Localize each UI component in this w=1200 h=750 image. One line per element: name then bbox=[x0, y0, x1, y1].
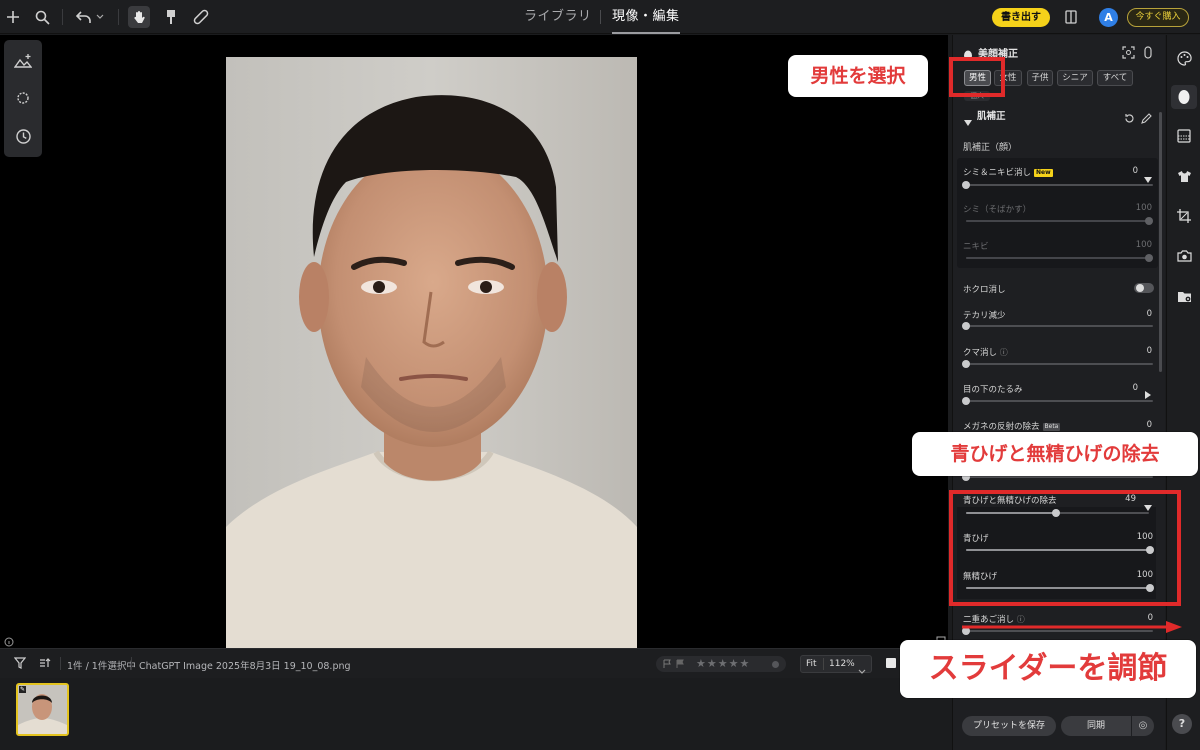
new-badge: New bbox=[1034, 168, 1053, 177]
row-value-spots: 100 bbox=[1135, 203, 1152, 213]
sort-icon[interactable] bbox=[35, 653, 55, 673]
portrait-photo bbox=[226, 57, 637, 648]
flag-pick-icon[interactable] bbox=[662, 658, 672, 670]
view-mode-icon[interactable] bbox=[886, 658, 896, 668]
toolbar-divider bbox=[60, 657, 61, 670]
file-name: ChatGPT Image 2025年8月3日 19_10_08.png bbox=[139, 661, 351, 672]
filmstrip bbox=[0, 678, 948, 750]
brush-tool-icon[interactable] bbox=[160, 6, 182, 28]
highlight-male-chip bbox=[949, 57, 1005, 97]
light-sun-icon[interactable] bbox=[13, 88, 33, 108]
mole-removal-toggle[interactable] bbox=[1134, 283, 1154, 293]
tab-develop-edit[interactable]: 現像・編集 bbox=[612, 6, 680, 34]
folder-settings-icon[interactable] bbox=[1176, 288, 1192, 304]
filter-icon[interactable] bbox=[10, 653, 30, 673]
edited-pencil-icon: ✎ bbox=[19, 686, 27, 693]
star-rating-icon[interactable]: ★★★★★ bbox=[696, 657, 750, 670]
beta-badge: Beta bbox=[1042, 422, 1061, 431]
hand-tool-icon[interactable] bbox=[128, 6, 150, 28]
collapse-triangle-icon[interactable] bbox=[964, 111, 972, 130]
info-icon[interactable] bbox=[4, 632, 14, 647]
chip-senior[interactable]: シニア bbox=[1057, 70, 1093, 86]
color-label-icon[interactable] bbox=[772, 661, 779, 668]
row-value-eye-bags: 0 bbox=[1132, 383, 1138, 393]
fit-label[interactable]: Fit bbox=[806, 659, 817, 669]
face-portrait-icon[interactable] bbox=[1176, 89, 1192, 105]
row-value-dark-circles: 0 bbox=[1146, 346, 1152, 356]
tab-divider bbox=[600, 10, 601, 24]
slider-glasses-partial[interactable] bbox=[962, 473, 1153, 481]
subsection-face-title: 肌補正（顔） bbox=[963, 143, 1018, 153]
chip-all[interactable]: すべて bbox=[1097, 70, 1133, 86]
toolbar-divider bbox=[118, 9, 119, 25]
slider-eye-bags[interactable] bbox=[962, 397, 1153, 405]
red-arrow-icon bbox=[962, 621, 1182, 633]
row-label-mole: ホクロ消し bbox=[963, 285, 1006, 295]
row-label-spots: シミ（そばかす） bbox=[963, 205, 1032, 215]
reset-icon[interactable] bbox=[1124, 109, 1135, 128]
app-window: { "topbar": { "tab_library": "ライブラリ", "t… bbox=[0, 0, 1200, 750]
healing-bandage-icon[interactable] bbox=[190, 6, 212, 28]
selection-count: 1件 / 1件選択中 bbox=[67, 661, 136, 672]
zoom-chevron-down-icon[interactable] bbox=[858, 660, 866, 679]
toolbar-divider bbox=[131, 657, 132, 670]
slider-dark-circles[interactable] bbox=[962, 360, 1153, 368]
landscape-enhance-icon[interactable] bbox=[13, 51, 33, 71]
slider-acne[interactable] bbox=[966, 254, 1153, 262]
row-label-eye-bags: 目の下のたるみ bbox=[963, 385, 1023, 395]
row-value-glasses: 0 bbox=[1146, 420, 1152, 430]
slider-spots[interactable] bbox=[966, 217, 1153, 225]
highlight-beard-sliders bbox=[949, 490, 1181, 606]
top-toolbar: ライブラリ 現像・編集 書き出す A 今すぐ購入 bbox=[0, 0, 1200, 34]
help-circle-icon[interactable]: ⓘ bbox=[1000, 348, 1008, 357]
sync-button[interactable]: 同期 bbox=[1061, 716, 1131, 736]
chip-child[interactable]: 子供 bbox=[1027, 70, 1053, 86]
user-avatar[interactable]: A bbox=[1099, 8, 1118, 27]
undo-history-chevron-icon[interactable] bbox=[93, 6, 107, 28]
filmstrip-thumbnail[interactable]: ✎ bbox=[16, 683, 69, 736]
flag-reject-icon[interactable] bbox=[675, 658, 685, 670]
zoom-level[interactable]: 112% bbox=[829, 659, 855, 669]
help-button[interactable]: ? bbox=[1172, 714, 1192, 734]
tab-library[interactable]: ライブラリ bbox=[524, 6, 592, 28]
callout-select-male: 男性を選択 bbox=[788, 55, 928, 97]
search-icon[interactable] bbox=[31, 6, 53, 28]
history-icon[interactable] bbox=[13, 126, 33, 146]
color-palette-icon[interactable] bbox=[1176, 50, 1192, 66]
row-label-shine: テカリ減少 bbox=[963, 311, 1006, 321]
slider-shine[interactable] bbox=[962, 322, 1153, 330]
zoom-control[interactable]: Fit 112% bbox=[800, 655, 872, 674]
left-tool-strip bbox=[4, 40, 42, 157]
export-button[interactable]: 書き出す bbox=[992, 8, 1050, 27]
row-value-shine: 0 bbox=[1146, 309, 1152, 319]
row-value-acne: 100 bbox=[1135, 240, 1152, 250]
panel-toggle-icon[interactable] bbox=[1060, 6, 1082, 28]
toolbar-divider bbox=[62, 9, 63, 25]
callout-adjust-slider: スライダーを調節 bbox=[900, 640, 1196, 698]
camera-icon[interactable] bbox=[1176, 248, 1192, 264]
save-preset-button[interactable]: プリセットを保存 bbox=[962, 716, 1056, 736]
row-value-spot-acne: 0 bbox=[1132, 166, 1138, 176]
sync-options-icon[interactable]: ◎ bbox=[1132, 716, 1154, 736]
edit-pencil-icon[interactable] bbox=[1141, 109, 1152, 128]
rating-flag-bar: ★★★★★ bbox=[656, 656, 786, 672]
add-icon[interactable] bbox=[2, 6, 24, 28]
face-detect-icon[interactable] bbox=[1122, 44, 1135, 63]
callout-beard-removal: 青ひげと無精ひげの除去 bbox=[912, 432, 1198, 476]
buy-now-button[interactable]: 今すぐ購入 bbox=[1127, 8, 1189, 27]
panel-scrollbar[interactable] bbox=[1159, 112, 1162, 372]
gradient-filter-icon[interactable] bbox=[1176, 128, 1192, 144]
row-label-acne: ニキビ bbox=[963, 242, 989, 252]
crop-icon[interactable] bbox=[1176, 208, 1192, 224]
slider-spot-acne[interactable] bbox=[962, 181, 1153, 189]
clothing-shirt-icon[interactable] bbox=[1176, 168, 1192, 184]
undo-icon[interactable] bbox=[73, 6, 95, 28]
panel-options-icon[interactable] bbox=[1143, 44, 1153, 63]
row-label-glasses: メガネの反射の除去 Beta bbox=[963, 422, 1061, 432]
section-skin-title[interactable]: 肌補正 bbox=[977, 108, 1006, 122]
row-label-spot-acne: シミ＆ニキビ消し New bbox=[963, 168, 1053, 178]
row-label-dark-circles: クマ消し ⓘ bbox=[963, 348, 1008, 358]
